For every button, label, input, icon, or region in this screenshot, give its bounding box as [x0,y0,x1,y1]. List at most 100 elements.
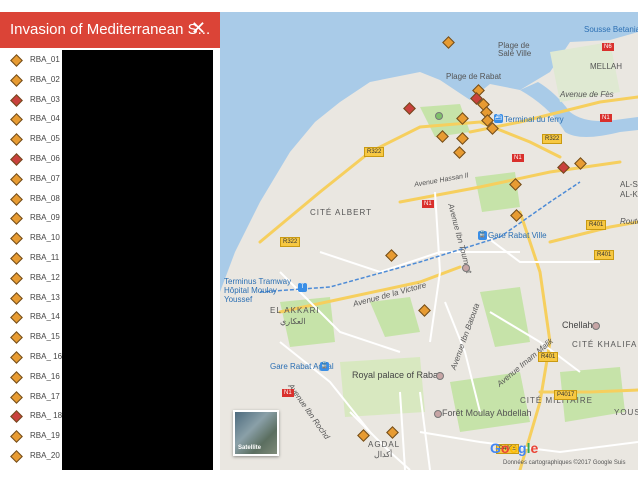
layer-item-label: RBA_08 : [30,193,65,203]
close-icon[interactable]: ✕ [191,18,206,39]
diamond-marker-icon [10,410,23,424]
label-chellah: Chellah [562,320,593,330]
layer-item-label: RBA_07 : [30,173,65,183]
road-nations-unies [419,391,431,470]
layer-item-label: RBA_ 16 : [30,352,67,361]
park-area [450,372,530,432]
park-area [475,172,520,212]
satellite-label: Satellite [238,445,262,451]
label-plage-sale-ville: Plage de Salé Ville [498,41,532,58]
layer-item-label: RBA_06 : [30,154,65,163]
satellite-toggle-button[interactable]: Satellite [233,410,279,456]
label-al-s: AL-S [620,180,638,189]
label-cite-khalifa: CITÉ KHALIFA [572,340,638,349]
diamond-marker-icon [10,252,23,265]
diamond-marker-icon [10,430,23,444]
label-terminus-tramway: Terminus Tramway Hôpital Moulay Youssef [224,277,292,304]
park-area [370,297,420,337]
layer-item-label: RBA_11 : [30,253,64,262]
park-area [480,287,530,347]
diamond-marker-icon [10,370,23,384]
road-ibn-toumert [429,191,442,343]
label-el-akkari-ar: العكاري [280,317,306,326]
diamond-marker-icon [10,192,23,206]
diamond-marker-icon [10,73,23,87]
layer-item-label: RBA_17 : [30,391,65,401]
sidebar-header: Invasion of Mediterranean S... ✕ [0,12,220,48]
road-shield-n1: N1 [512,154,524,162]
diamond-marker-icon [10,93,23,107]
landmark-icon [434,410,442,418]
diamond-marker-icon [10,172,23,186]
layer-item-label: RBA_12 : [30,272,65,282]
diamond-marker-icon [10,133,23,147]
diamond-marker-icon [10,153,23,166]
landmark-icon [462,264,470,272]
ferry-terminal-icon: ⛴ [494,114,503,123]
map-canvas[interactable]: Sousse Betania Plage de Salé Ville MELLA… [220,12,638,470]
label-agdal-ar: أكدال [374,450,393,459]
label-agdal: AGDAL [368,440,401,449]
road-shield-r401: R401 [594,250,615,260]
diamond-marker-icon [10,450,23,463]
diamond-marker-icon [10,212,23,226]
diamond-marker-icon [10,390,23,404]
label-youss: YOUSS [614,408,638,417]
map-attribution: Données cartographiques ©2017 Google Sui… [503,460,626,466]
layer-item-label: RBA_03 : [30,94,65,104]
road-shield-p4017: P4017 [554,390,578,400]
park-icon [435,112,443,120]
train-station-icon: 🚆 [320,362,329,371]
layer-item-label: RBA_04 : [30,114,65,124]
label-foret-moulay: Forêt Moulay Abdellah [442,408,532,418]
google-logo: Google [490,440,539,456]
layer-item-label: RBA_02 : [30,74,65,84]
diamond-marker-icon [10,291,23,305]
diamond-marker-icon [10,232,23,246]
diamond-marker-icon [10,311,23,325]
layer-item-label: RBA_14 : [30,312,65,322]
map-title[interactable]: Invasion of Mediterranean S... [10,21,210,38]
layer-item-label: RBA_01 : [30,55,65,64]
label-sousse-betania: Sousse Betania [584,25,638,34]
layer-item-label: RBA_10 : [30,233,65,243]
road-shield-n1: N1 [422,200,434,208]
road-shield-n1: N1 [282,389,294,397]
diamond-marker-icon [10,271,23,285]
label-route: Route [620,217,638,226]
diamond-marker-icon [10,113,23,127]
redacted-region [62,50,213,470]
road-shield-n6: N6 [602,43,614,51]
diamond-marker-icon [10,54,23,67]
train-station-icon: 🚆 [478,231,487,240]
layer-item-label: RBA_16 : [30,371,65,381]
label-mellah: MELLAH [590,62,623,71]
road-shield-n1: N1 [600,114,612,122]
label-cite-albert: CITÉ ALBERT [310,208,372,217]
layer-item-label: RBA_05 : [30,134,65,144]
layer-item-label: RBA_09 : [30,213,65,223]
tram-icon: T [298,283,307,292]
label-gare-rabat-ville: Gare Rabat Ville [488,231,547,240]
label-avenue-fes: Avenue de Fès [560,90,614,99]
diamond-marker-icon [10,351,23,364]
layer-item-label: RBA_15 : [30,332,65,342]
layer-item-label: RBA_20 : [30,451,65,460]
road-shield-r401: R401 [586,220,607,230]
label-plage-rabat: Plage de Rabat [446,72,502,81]
road-shield-r322: R322 [542,134,563,144]
label-terminal-ferry: Terminal du ferry [504,115,564,124]
layer-item-label: RBA_19 : [30,431,65,441]
label-royal-palace: Royal palace of Rabat [352,370,441,380]
landmark-icon [436,372,444,380]
label-el-akkari: EL AKKARI [270,306,320,315]
layer-item-label: RBA_13 : [30,292,65,302]
diamond-marker-icon [10,331,23,345]
layer-item-label: RBA_ 18 : [30,411,67,421]
road-shield-r322: R322 [364,147,385,157]
road-shield-r322: R322 [280,237,301,247]
label-al-k: AL-K [620,190,638,199]
landmark-icon [592,322,600,330]
road-shield-r401: R401 [538,352,559,362]
park-area [340,357,425,417]
